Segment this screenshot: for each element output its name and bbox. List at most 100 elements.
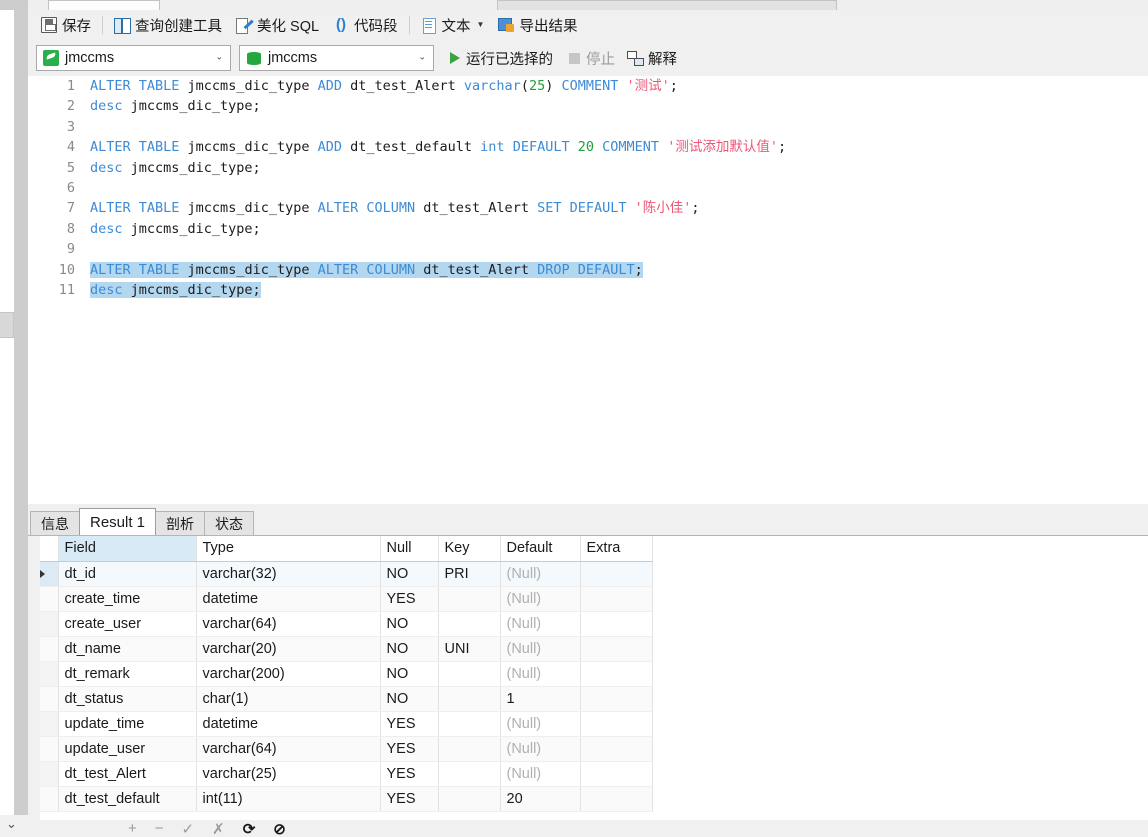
result-grid[interactable]: Field Type Null Key Default Extra dt_id varchar…	[40, 536, 1148, 836]
cell-field[interactable]: create_time	[58, 586, 197, 612]
cell-field[interactable]: dt_test_Alert	[58, 761, 197, 787]
cell-key[interactable]: UNI	[438, 636, 501, 662]
cell-field[interactable]: dt_name	[58, 636, 197, 662]
results-tab[interactable]: 剖析	[155, 511, 206, 535]
row-marker[interactable]	[40, 686, 59, 712]
cell-field[interactable]: update_user	[58, 736, 197, 762]
cell-null[interactable]: NO	[380, 686, 439, 712]
cell-type[interactable]: varchar(32)	[196, 561, 381, 587]
window-tab-1[interactable]	[48, 0, 160, 10]
record-nav-button[interactable]: ⟳	[243, 820, 256, 837]
text-mode-button[interactable]: 文本 ▼	[414, 13, 492, 37]
chevron-down-icon[interactable]: ⌄	[418, 51, 426, 62]
cell-null[interactable]: YES	[380, 586, 439, 612]
code-line[interactable]: ALTER TABLE jmccms_dic_type ALTER COLUMN…	[84, 198, 1148, 218]
row-marker[interactable]	[40, 636, 59, 662]
database-select[interactable]: jmccms ⌄	[239, 45, 434, 71]
cell-default[interactable]: (Null)	[500, 611, 581, 637]
cell-extra[interactable]	[580, 586, 653, 612]
cell-extra[interactable]	[580, 611, 653, 637]
cell-null[interactable]: YES	[380, 786, 439, 812]
run-selected-button[interactable]: 运行已选择的	[444, 46, 559, 70]
row-marker[interactable]	[40, 586, 59, 612]
record-nav-button[interactable]: +	[128, 820, 137, 837]
cell-null[interactable]: NO	[380, 561, 439, 587]
cell-type[interactable]: varchar(20)	[196, 636, 381, 662]
chevron-down-icon[interactable]: ⌄	[215, 51, 223, 62]
column-header-field[interactable]: Field	[58, 536, 197, 562]
table-row[interactable]: create_time datetime YES (Null)	[40, 586, 653, 612]
row-marker[interactable]	[40, 761, 59, 787]
code-line[interactable]: desc jmccms_dic_type;	[84, 158, 1148, 178]
sql-code-area[interactable]: ALTER TABLE jmccms_dic_type ADD dt_test_…	[84, 76, 1148, 504]
cell-key[interactable]	[438, 786, 501, 812]
cell-type[interactable]: varchar(200)	[196, 661, 381, 687]
code-line[interactable]: desc jmccms_dic_type;	[84, 280, 1148, 300]
explain-button[interactable]: 解释	[627, 46, 677, 70]
chevron-down-icon[interactable]: ⌄	[6, 816, 17, 832]
cell-extra[interactable]	[580, 561, 653, 587]
table-row[interactable]: update_user varchar(64) YES (Null)	[40, 736, 653, 762]
record-nav-button[interactable]: ✗	[212, 820, 225, 837]
cell-default[interactable]: (Null)	[500, 761, 581, 787]
cell-extra[interactable]	[580, 686, 653, 712]
cell-field[interactable]: update_time	[58, 711, 197, 737]
table-row[interactable]: dt_id varchar(32) NO PRI (Null)	[40, 561, 653, 587]
cell-field[interactable]: create_user	[58, 611, 197, 637]
export-result-button[interactable]: 导出结果	[491, 13, 584, 37]
table-row[interactable]: update_time datetime YES (Null)	[40, 711, 653, 737]
column-header-type[interactable]: Type	[196, 536, 381, 562]
code-line[interactable]: desc jmccms_dic_type;	[84, 96, 1148, 116]
cell-null[interactable]: NO	[380, 611, 439, 637]
cell-default[interactable]: (Null)	[500, 636, 581, 662]
cell-null[interactable]: NO	[380, 661, 439, 687]
sql-editor[interactable]: 1 2 3 4 5 6 7 8 9 10 11 ALTER TABLE jmccms_dic_typ…	[28, 76, 1148, 504]
query-builder-button[interactable]: 查询创建工具	[107, 13, 229, 37]
cell-default[interactable]: 20	[500, 786, 581, 812]
column-header-null[interactable]: Null	[380, 536, 439, 562]
cell-key[interactable]	[438, 586, 501, 612]
cell-default[interactable]: (Null)	[500, 711, 581, 737]
cell-default[interactable]: (Null)	[500, 661, 581, 687]
cell-key[interactable]	[438, 761, 501, 787]
cell-key[interactable]	[438, 711, 501, 737]
code-line[interactable]: ALTER TABLE jmccms_dic_type ADD dt_test_…	[84, 76, 1148, 96]
results-tab[interactable]: 状态	[204, 511, 255, 535]
code-snippet-button[interactable]: () 代码段	[326, 13, 405, 37]
table-row[interactable]: dt_remark varchar(200) NO (Null)	[40, 661, 653, 687]
table-row[interactable]: dt_status char(1) NO 1	[40, 686, 653, 712]
cell-type[interactable]: int(11)	[196, 786, 381, 812]
cell-default[interactable]: (Null)	[500, 586, 581, 612]
cell-type[interactable]: char(1)	[196, 686, 381, 712]
record-nav-button[interactable]: −	[155, 820, 164, 837]
cell-key[interactable]	[438, 661, 501, 687]
cell-extra[interactable]	[580, 636, 653, 662]
cell-extra[interactable]	[580, 761, 653, 787]
cell-null[interactable]: NO	[380, 636, 439, 662]
cell-field[interactable]: dt_status	[58, 686, 197, 712]
table-row[interactable]: dt_test_Alert varchar(25) YES (Null)	[40, 761, 653, 787]
record-nav-button[interactable]: ✓	[182, 820, 195, 837]
left-scroll-track[interactable]	[14, 10, 28, 815]
code-line[interactable]: ALTER TABLE jmccms_dic_type ADD dt_test_…	[84, 137, 1148, 157]
row-marker[interactable]	[40, 661, 59, 687]
results-tab[interactable]: 信息	[30, 511, 80, 535]
cell-field[interactable]: dt_remark	[58, 661, 197, 687]
record-nav-button[interactable]: ⊘	[273, 820, 286, 837]
code-line[interactable]	[84, 178, 1148, 198]
cell-key[interactable]	[438, 736, 501, 762]
row-marker[interactable]	[40, 786, 59, 812]
code-line[interactable]: ALTER TABLE jmccms_dic_type ALTER COLUMN…	[84, 260, 1148, 280]
row-marker[interactable]	[40, 611, 59, 637]
cell-field[interactable]: dt_test_default	[58, 786, 197, 812]
column-header-extra[interactable]: Extra	[580, 536, 653, 562]
cell-key[interactable]: PRI	[438, 561, 501, 587]
cell-key[interactable]	[438, 686, 501, 712]
connection-select[interactable]: jmccms ⌄	[36, 45, 231, 71]
code-line[interactable]	[84, 117, 1148, 137]
row-marker[interactable]	[40, 711, 59, 737]
cell-null[interactable]: YES	[380, 711, 439, 737]
cell-type[interactable]: datetime	[196, 586, 381, 612]
code-line[interactable]: desc jmccms_dic_type;	[84, 219, 1148, 239]
table-row[interactable]: dt_test_default int(11) YES 20	[40, 786, 653, 812]
